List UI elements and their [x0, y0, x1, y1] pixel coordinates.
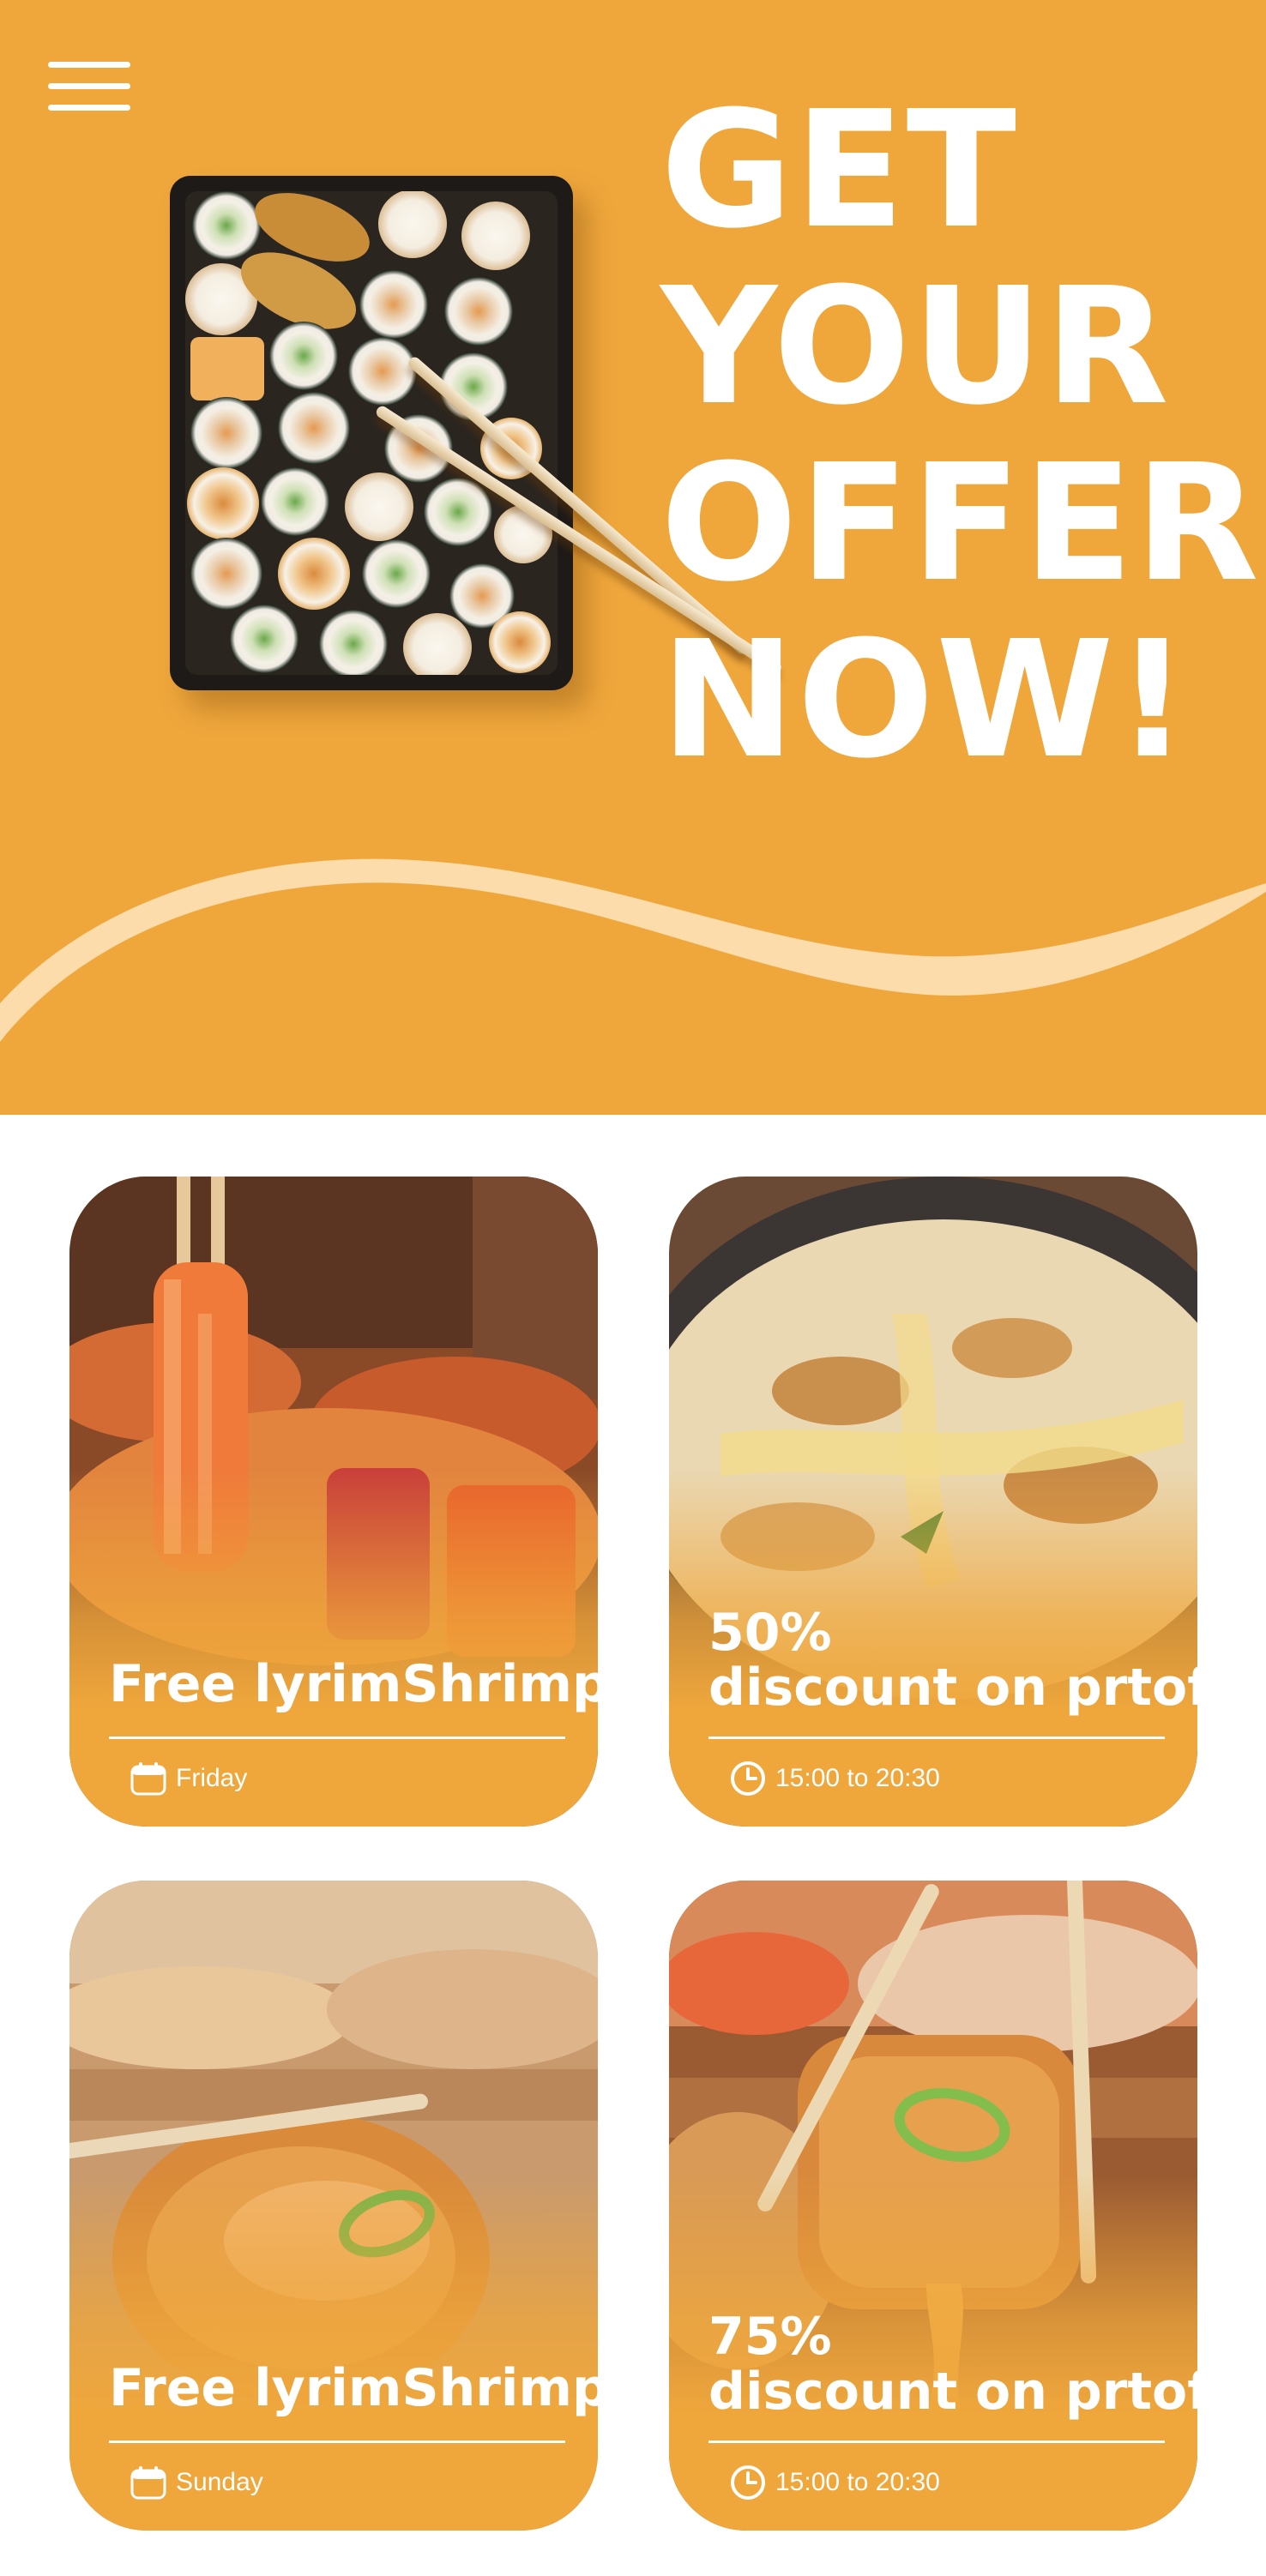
offer-time: 15:00 to 20:30: [775, 1764, 940, 1792]
headline-line: NOW!: [660, 606, 1191, 794]
offer-meta: Friday: [130, 1760, 247, 1797]
clock-icon: [729, 1760, 767, 1797]
calendar-icon: [130, 1760, 167, 1797]
divider: [708, 2441, 1165, 2443]
offer-title: 50% discount on prtof: [708, 1603, 1197, 1718]
offer-card[interactable]: 75% discount on prtof 15:00 to 20:30: [669, 1881, 1197, 2531]
wave-divider: [0, 815, 1266, 1042]
divider: [708, 1736, 1165, 1739]
offer-percent: 50%: [708, 1603, 832, 1663]
offer-day: Sunday: [176, 2468, 263, 2496]
offer-description: discount on prtof: [708, 1658, 1197, 1718]
offer-percent: 75%: [708, 2307, 832, 2367]
offer-card[interactable]: Free lyrimShrimp Sunday: [69, 1881, 598, 2531]
offer-description: discount on prtof: [708, 2362, 1197, 2422]
offer-card[interactable]: 50% discount on prtof 15:00 to 20:30: [669, 1177, 1197, 1827]
offer-meta: 15:00 to 20:30: [729, 1760, 940, 1797]
headline-line: OFFER: [660, 430, 1261, 617]
offer-card[interactable]: Free lyrimShrimp Friday: [69, 1177, 598, 1827]
hamburger-menu-icon: [48, 105, 130, 111]
hamburger-menu-icon: [48, 83, 130, 89]
offer-title: Free lyrimShrimp: [109, 1654, 598, 1714]
menu-button[interactable]: [48, 62, 130, 111]
hamburger-menu-icon: [48, 62, 130, 68]
offer-title: 75% discount on prtof: [708, 2307, 1197, 2422]
divider: [109, 1736, 565, 1739]
offer-time: 15:00 to 20:30: [775, 2468, 940, 2496]
sushi-tray-image: [170, 176, 573, 690]
divider: [109, 2441, 565, 2443]
headline-line: YOUR: [660, 253, 1171, 441]
offer-meta: 15:00 to 20:30: [729, 2464, 940, 2501]
hero-headline: GET YOUR OFFER NOW!: [660, 76, 1261, 794]
offer-day: Friday: [176, 1764, 248, 1792]
calendar-icon: [130, 2464, 167, 2501]
clock-icon: [729, 2464, 767, 2501]
headline-line: GET: [660, 76, 1018, 264]
offer-title: Free lyrimShrimp: [109, 2358, 598, 2418]
offer-meta: Sunday: [130, 2464, 263, 2501]
